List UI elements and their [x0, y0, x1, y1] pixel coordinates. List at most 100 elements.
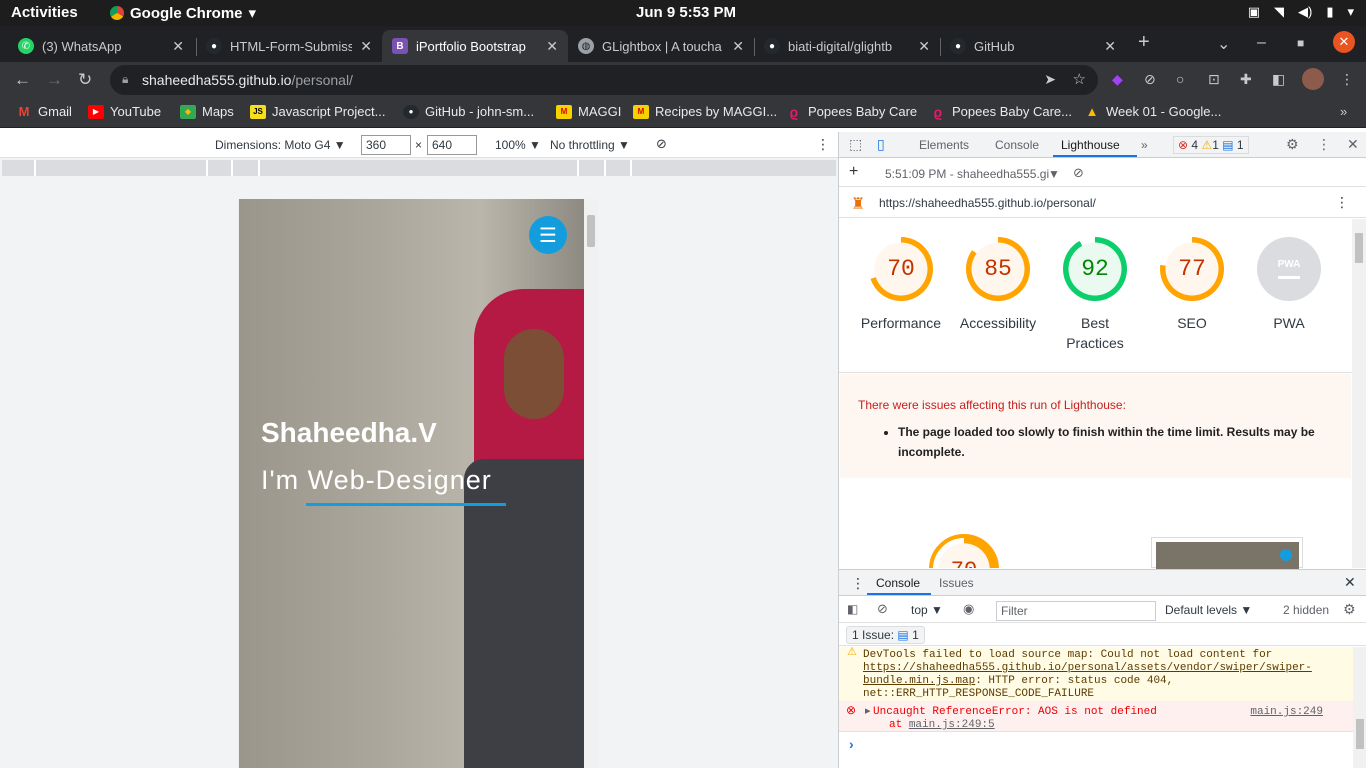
- close-icon[interactable]: ✕: [732, 38, 744, 55]
- screenshot-thumbnail[interactable]: [1151, 537, 1303, 569]
- gauge-accessibility[interactable]: 85 Accessibility: [953, 237, 1043, 333]
- device-width-input[interactable]: [361, 135, 411, 155]
- report-select[interactable]: 5:51:09 PM - shaheedha555.gi: [885, 167, 1049, 181]
- bookmark-github-john[interactable]: ● GitHub - john-sm...: [403, 104, 534, 119]
- gauge-seo[interactable]: 77 SEO: [1147, 237, 1237, 333]
- error-location-link[interactable]: main.js:249:5: [909, 719, 995, 731]
- bookmark-maggi[interactable]: M MAGGI: [556, 104, 621, 119]
- bookmark-popees-2[interactable]: ϱ Popees Baby Care...: [930, 104, 1072, 120]
- tab-biati-digital[interactable]: ● biati-digital/glightb ✕: [754, 30, 940, 62]
- url-text[interactable]: shaheedha555.github.io/personal/: [142, 72, 353, 88]
- gauge-best-practices[interactable]: 92 Best Practices: [1050, 237, 1140, 353]
- report-url[interactable]: https://shaheedha555.github.io/personal/: [879, 196, 1096, 210]
- context-select[interactable]: top ▼: [911, 603, 943, 617]
- tab-iportfolio[interactable]: B iPortfolio Bootstrap ✕: [382, 30, 568, 62]
- extension-icon[interactable]: ◆: [1112, 71, 1123, 88]
- clear-console-icon[interactable]: ⊘: [877, 601, 888, 617]
- throttling-select[interactable]: No throttling ▼: [550, 138, 630, 152]
- close-icon[interactable]: ✕: [918, 38, 930, 55]
- devtools-scrollbar[interactable]: [1352, 219, 1366, 568]
- issues-chip[interactable]: 1 Issue: ▤ 1: [846, 626, 925, 644]
- close-icon[interactable]: ✕: [1344, 574, 1356, 591]
- lock-icon[interactable]: 🔒︎: [122, 72, 128, 87]
- bookmark-youtube[interactable]: ▶ YouTube: [88, 104, 161, 119]
- more-tabs-button[interactable]: »: [1141, 138, 1148, 152]
- error-source-link[interactable]: main.js:249: [1250, 706, 1323, 719]
- page-scrollbar[interactable]: [584, 199, 598, 768]
- issues-counter[interactable]: ⊗ 4 ⚠1 ▤ 1: [1173, 136, 1249, 154]
- bookmark-week01[interactable]: ▲ Week 01 - Google...: [1084, 104, 1222, 119]
- console-scrollbar[interactable]: [1353, 647, 1366, 768]
- translate-icon[interactable]: ⊡: [1208, 71, 1220, 88]
- zoom-select[interactable]: 100% ▼: [495, 138, 541, 152]
- bookmark-gmail[interactable]: M Gmail: [16, 104, 72, 119]
- activities-button[interactable]: Activities: [11, 4, 78, 21]
- forward-button[interactable]: →: [46, 70, 63, 90]
- tab-whatsapp[interactable]: ✆ (3) WhatsApp ✕: [8, 30, 194, 62]
- puzzle-icon[interactable]: ✚: [1240, 71, 1252, 88]
- compass-icon[interactable]: ⊘: [1144, 71, 1156, 88]
- bookmark-maps[interactable]: ◆ Maps: [180, 104, 234, 119]
- dimensions-select[interactable]: Dimensions: Moto G4 ▼: [215, 138, 346, 152]
- gauge-pwa[interactable]: PWA PWA: [1244, 237, 1334, 333]
- popees-icon: ϱ: [789, 103, 799, 120]
- bookmark-recipes-maggi[interactable]: M Recipes by MAGGI...: [633, 104, 777, 119]
- close-icon[interactable]: ✕: [1347, 136, 1359, 153]
- battery-icon: ▮: [1326, 4, 1334, 19]
- send-icon[interactable]: ➤: [1044, 71, 1056, 88]
- gauge-performance[interactable]: 70 Performance: [856, 237, 946, 333]
- console-prompt[interactable]: ›: [849, 736, 854, 752]
- circle-icon[interactable]: ○: [1176, 71, 1184, 87]
- new-report-button[interactable]: +: [849, 163, 858, 181]
- back-button[interactable]: ←: [14, 70, 31, 90]
- more-icon[interactable]: ⋮: [816, 136, 830, 153]
- close-icon[interactable]: ✕: [360, 38, 372, 55]
- tab-console[interactable]: Console: [995, 138, 1039, 152]
- rotate-icon[interactable]: ⊘: [656, 136, 667, 152]
- close-window-button[interactable]: ✕: [1333, 31, 1355, 53]
- reload-button[interactable]: ↻: [78, 70, 92, 90]
- media-query-ruler[interactable]: [2, 160, 836, 176]
- app-menu[interactable]: Google Chrome ▾: [110, 4, 256, 22]
- tab-lighthouse[interactable]: Lighthouse: [1061, 138, 1120, 152]
- maximize-button[interactable]: ■: [1297, 36, 1304, 50]
- avatar[interactable]: [1302, 68, 1324, 90]
- chevron-down-icon[interactable]: ▼: [1048, 167, 1060, 181]
- more-icon[interactable]: ⋮: [1335, 194, 1349, 211]
- new-tab-button[interactable]: +: [1138, 31, 1150, 54]
- close-icon[interactable]: ✕: [172, 38, 184, 55]
- minimize-button[interactable]: –: [1257, 34, 1266, 52]
- drawer-tab-console[interactable]: Console: [876, 576, 920, 590]
- inspect-icon[interactable]: ⬚: [849, 136, 862, 153]
- bookmark-popees[interactable]: ϱ Popees Baby Care: [786, 103, 917, 120]
- settings-icon[interactable]: ⚙: [1343, 601, 1356, 618]
- tab-search-button[interactable]: ⌄: [1217, 34, 1230, 54]
- more-icon[interactable]: ⋮: [1340, 71, 1354, 88]
- expand-triangle-icon[interactable]: ▸: [865, 706, 871, 719]
- tab-elements[interactable]: Elements: [919, 138, 969, 152]
- mobile-nav-toggle[interactable]: ☰: [529, 216, 567, 254]
- bookmark-javascript[interactable]: JS Javascript Project...: [250, 104, 385, 119]
- system-tray[interactable]: ▣ ◥ ◀) ▮ ▾: [1248, 4, 1354, 20]
- clear-icon[interactable]: ⊘: [1073, 165, 1084, 181]
- drawer-tab-issues[interactable]: Issues: [939, 576, 974, 590]
- sidebar-toggle-icon[interactable]: ◧: [847, 602, 858, 616]
- close-icon[interactable]: ✕: [546, 38, 558, 55]
- tab-github[interactable]: ● GitHub ✕: [940, 30, 1126, 62]
- address-bar[interactable]: 🔒︎ shaheedha555.github.io/personal/ ➤ ☆: [110, 65, 1098, 95]
- side-panel-icon[interactable]: ◧: [1272, 71, 1285, 88]
- bookmark-star-icon[interactable]: ☆: [1073, 70, 1086, 88]
- clock[interactable]: Jun 9 5:53 PM: [636, 4, 736, 21]
- tab-html-form[interactable]: ● HTML-Form-Submiss ✕: [196, 30, 382, 62]
- close-icon[interactable]: ✕: [1104, 38, 1116, 55]
- bookmarks-overflow-button[interactable]: »: [1340, 104, 1347, 119]
- console-filter-input[interactable]: Filter: [996, 601, 1156, 621]
- tab-glightbox[interactable]: ◍ GLightbox | A toucha ✕: [568, 30, 754, 62]
- settings-icon[interactable]: ⚙: [1286, 136, 1299, 153]
- eye-icon[interactable]: ◉: [963, 601, 974, 617]
- drawer-menu-icon[interactable]: ⋮: [851, 575, 865, 592]
- device-toggle-icon[interactable]: ▯: [877, 136, 885, 153]
- more-icon[interactable]: ⋮: [1317, 136, 1331, 153]
- log-levels-select[interactable]: Default levels ▼: [1165, 603, 1252, 617]
- device-height-input[interactable]: [427, 135, 477, 155]
